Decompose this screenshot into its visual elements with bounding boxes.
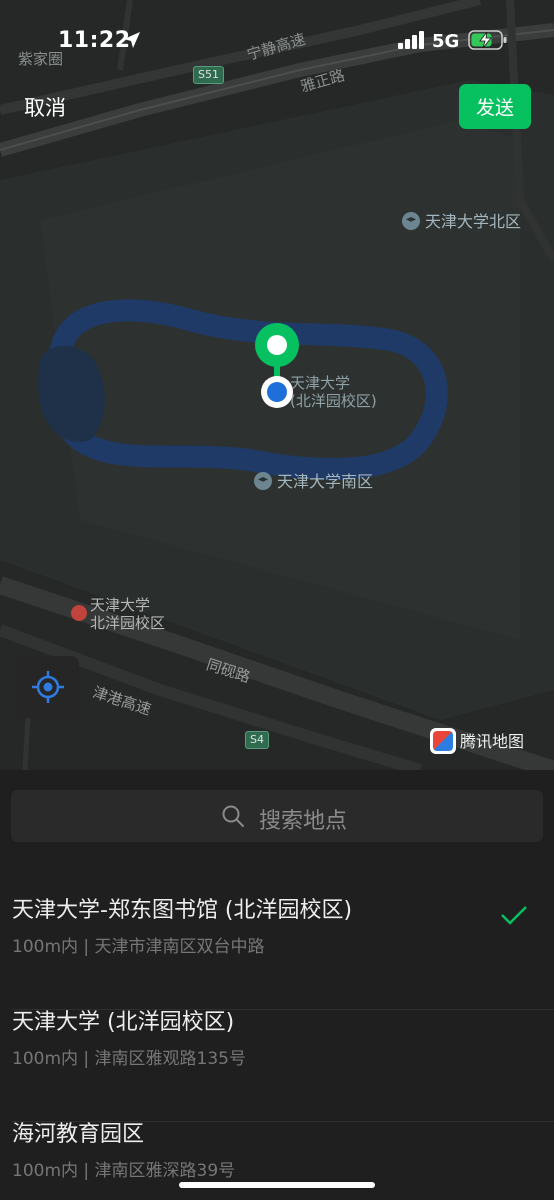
poi-south-campus[interactable]: 天津大学南区 <box>254 468 373 492</box>
tencent-map-logo-icon <box>430 728 456 754</box>
result-subtitle: 100m内 | 津南区雅观路135号 <box>12 1049 246 1069</box>
metro-label-line1: 天津大学 <box>90 596 151 614</box>
location-pin-icon[interactable] <box>253 321 301 409</box>
checkmark-icon <box>501 906 527 925</box>
result-item-1[interactable]: 天津大学-郑东图书馆 (北洋园校区) 100m内 | 天津市津南区双台中路 <box>0 892 554 1010</box>
metro-icon <box>71 605 87 621</box>
home-indicator[interactable] <box>179 1182 375 1188</box>
status-time: 11:22 <box>58 28 131 53</box>
result-title: 天津大学 (北洋园校区) <box>12 1010 235 1035</box>
result-title: 天津大学-郑东图书馆 (北洋园校区) <box>12 898 353 923</box>
search-input[interactable]: 搜索地点 <box>11 790 543 842</box>
poi-north-campus[interactable]: 天津大学北区 <box>402 208 521 232</box>
location-arrow-icon <box>124 32 140 48</box>
map-provider-logo: 腾讯地图 <box>430 728 524 758</box>
status-bar: 11:22 5G <box>0 0 554 80</box>
result-subtitle: 100m内 | 天津市津南区双台中路 <box>12 937 265 957</box>
search-icon <box>222 805 244 827</box>
result-subtitle: 100m内 | 津南区雅深路39号 <box>12 1161 236 1181</box>
result-item-2[interactable]: 天津大学 (北洋园校区) 100m内 | 津南区雅观路135号 <box>0 1004 554 1122</box>
send-button[interactable]: 发送 <box>459 84 531 129</box>
poi-south-campus-label: 天津大学南区 <box>277 472 374 491</box>
network-type: 5G <box>432 31 460 52</box>
road-shield-s4: S4 <box>245 731 269 749</box>
metro-station-label[interactable]: 天津大学 北洋园校区 <box>90 596 165 632</box>
result-title: 海河教育园区 <box>12 1122 145 1147</box>
battery-charging-icon <box>468 30 507 50</box>
crosshair-icon <box>32 671 64 703</box>
poi-north-campus-label: 天津大学北区 <box>425 212 522 231</box>
campus-label-line2: (北洋园校区) <box>290 392 377 410</box>
school-icon <box>254 472 272 490</box>
cancel-button[interactable]: 取消 <box>24 92 66 122</box>
cellular-signal-icon <box>398 31 424 49</box>
campus-label-line1: 天津大学 <box>290 374 351 392</box>
location-results-sheet: 搜索地点 天津大学-郑东图书馆 (北洋园校区) 100m内 | 天津市津南区双台… <box>0 770 554 1200</box>
search-placeholder: 搜索地点 <box>259 809 348 834</box>
metro-label-line2: 北洋园校区 <box>90 614 166 632</box>
school-icon <box>402 212 420 230</box>
locate-me-button[interactable] <box>17 656 79 718</box>
map-provider-label: 腾讯地图 <box>460 732 525 751</box>
campus-label: 天津大学 (北洋园校区) <box>290 374 377 410</box>
